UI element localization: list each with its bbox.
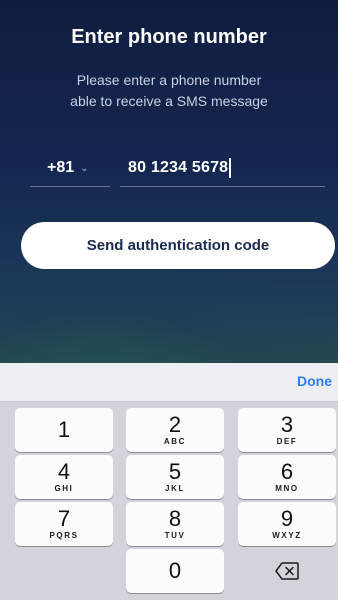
key-letters: WXYZ (272, 531, 302, 540)
header-panel: Enter phone number Please enter a phone … (0, 0, 338, 363)
key-0[interactable]: 0 (126, 549, 224, 593)
key-letters: GHI (54, 484, 74, 493)
key-letters: DEF (276, 437, 298, 446)
key-digit: 5 (168, 459, 182, 484)
key-digit: 6 (280, 459, 294, 484)
phone-number-value: 80 1234 5678 (128, 159, 229, 176)
key-letters: MNO (275, 484, 299, 493)
key-8[interactable]: 8 TUV (126, 502, 224, 546)
instructions-line-1: Please enter a phone number (76, 72, 262, 88)
backspace-icon (275, 562, 299, 580)
key-digit: 2 (168, 412, 182, 437)
send-authentication-code-button[interactable]: Send authentication code (21, 222, 335, 269)
key-digit: 8 (168, 506, 182, 531)
key-letters: TUV (164, 531, 186, 540)
key-letters: ABC (163, 437, 187, 446)
chevron-down-icon: ⌄ (80, 162, 89, 174)
done-button[interactable]: Done (297, 373, 332, 389)
key-4[interactable]: 4 GHI (15, 455, 113, 499)
key-digit: 3 (280, 412, 294, 437)
key-6[interactable]: 6 MNO (238, 455, 336, 499)
key-letters: JKL (165, 484, 185, 493)
country-code-value: +81 (47, 159, 75, 176)
key-letters: PQRS (49, 531, 79, 540)
key-5[interactable]: 5 JKL (126, 455, 224, 499)
page-title: Enter phone number (71, 26, 267, 48)
text-cursor (229, 158, 232, 178)
phone-number-input[interactable]: 80 1234 5678 (120, 150, 325, 187)
key-1[interactable]: 1 (15, 408, 113, 452)
key-2[interactable]: 2 ABC (126, 408, 224, 452)
country-code-selector[interactable]: +81 ⌄ (30, 150, 110, 187)
instructions: Please enter a phone number able to rece… (40, 70, 298, 112)
key-digit: 7 (57, 506, 71, 531)
key-digit: 9 (280, 506, 294, 531)
phone-entry-screen: Enter phone number Please enter a phone … (0, 0, 338, 600)
key-digit: 1 (57, 417, 71, 442)
key-3[interactable]: 3 DEF (238, 408, 336, 452)
key-digit: 0 (168, 558, 182, 583)
key-7[interactable]: 7 PQRS (15, 502, 113, 546)
keyboard-toolbar: Done (0, 363, 338, 402)
delete-key[interactable] (238, 549, 336, 593)
key-digit: 4 (57, 459, 71, 484)
instructions-line-2: able to receive a SMS message (70, 93, 268, 109)
key-9[interactable]: 9 WXYZ (238, 502, 336, 546)
